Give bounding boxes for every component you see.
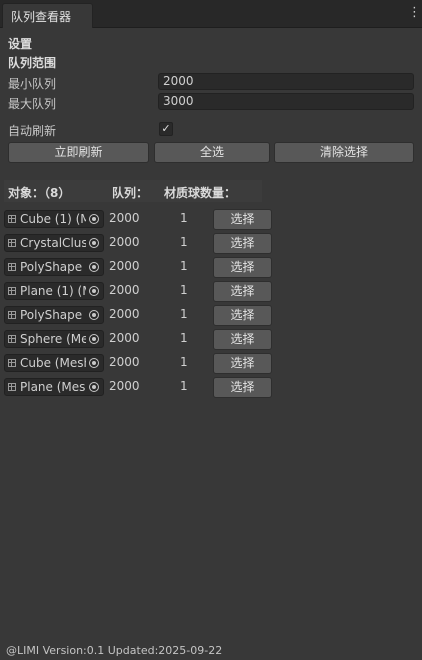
object-picker-icon[interactable]: [86, 260, 102, 274]
row-queue-value: 2000: [109, 259, 140, 273]
row-select-button[interactable]: 选择: [213, 233, 272, 254]
max-queue-label: 最大队列: [8, 97, 57, 111]
table-row: PolyShape (Mesh Renderer) 2000 1 选择: [0, 305, 422, 330]
object-name: PolyShape (Mesh Renderer): [20, 308, 90, 322]
object-name: Plane (Mesh Renderer): [20, 380, 90, 394]
table-row: Cube (Mesh Renderer) 2000 1 选择: [0, 353, 422, 378]
table-header: 对象：（8） 队列： 材质球数量：: [4, 180, 262, 202]
object-column-header: 对象：（8）: [8, 186, 71, 200]
row-queue-value: 2000: [109, 331, 140, 345]
object-name: Cube (Mesh Renderer): [20, 356, 90, 370]
object-picker-icon[interactable]: [86, 284, 102, 298]
row-queue-value: 2000: [109, 379, 140, 393]
table-row: Plane (1) (Mesh Renderer) 2000 1 选择: [0, 281, 422, 306]
mesh-renderer-icon: [8, 263, 16, 271]
row-material-count: 1: [180, 211, 188, 225]
tab-queue-viewer[interactable]: 队列查看器: [2, 3, 93, 28]
object-name: Cube (1) (Mesh Renderer): [20, 212, 90, 226]
mesh-renderer-icon: [8, 359, 16, 367]
object-name: Sphere (Mesh Renderer): [20, 332, 90, 346]
footer-info: @LIMI Version:0.1 Updated:2025-09-22: [6, 644, 223, 657]
object-picker-icon[interactable]: [86, 356, 102, 370]
row-queue-value: 2000: [109, 235, 140, 249]
row-select-button[interactable]: 选择: [213, 329, 272, 350]
object-field[interactable]: Plane (1) (Mesh Renderer): [4, 282, 104, 300]
table-row: Cube (1) (Mesh Renderer) 2000 1 选择: [0, 209, 422, 234]
table-row: Plane (Mesh Renderer) 2000 1 选择: [0, 377, 422, 402]
row-select-button[interactable]: 选择: [213, 209, 272, 230]
object-picker-icon[interactable]: [86, 236, 102, 250]
auto-refresh-checkbox[interactable]: ✓: [159, 122, 173, 136]
row-material-count: 1: [180, 235, 188, 249]
object-field[interactable]: Plane (Mesh Renderer): [4, 378, 104, 396]
min-queue-field[interactable]: 2000: [158, 73, 414, 90]
object-field[interactable]: CrystalCluster (Mesh Renderer): [4, 234, 104, 252]
object-field[interactable]: Cube (Mesh Renderer): [4, 354, 104, 372]
mesh-renderer-icon: [8, 383, 16, 391]
max-queue-field[interactable]: 3000: [158, 93, 414, 110]
queue-column-header: 队列：: [112, 186, 149, 200]
table-row: CrystalCluster (Mesh Renderer) 2000 1 选择: [0, 233, 422, 258]
object-name: Plane (1) (Mesh Renderer): [20, 284, 90, 298]
object-field[interactable]: Sphere (Mesh Renderer): [4, 330, 104, 348]
clear-selection-button[interactable]: 清除选择: [274, 142, 414, 163]
auto-refresh-label: 自动刷新: [8, 124, 57, 138]
checkmark-icon: ✓: [161, 122, 171, 135]
table-row: Sphere (Mesh Renderer) 2000 1 选择: [0, 329, 422, 354]
table-row: PolyShape (Mesh Renderer) 2000 1 选择: [0, 257, 422, 282]
object-name: CrystalCluster (Mesh Renderer): [20, 236, 90, 250]
settings-heading: 设置: [8, 37, 33, 51]
row-queue-value: 2000: [109, 283, 140, 297]
tab-title: 队列查看器: [11, 10, 72, 24]
row-select-button[interactable]: 选择: [213, 305, 272, 326]
min-queue-label: 最小队列: [8, 77, 57, 91]
object-picker-icon[interactable]: [86, 380, 102, 394]
mesh-renderer-icon: [8, 239, 16, 247]
row-queue-value: 2000: [109, 355, 140, 369]
refresh-now-button[interactable]: 立即刷新: [8, 142, 149, 163]
row-material-count: 1: [180, 355, 188, 369]
row-material-count: 1: [180, 379, 188, 393]
kebab-menu-icon[interactable]: ⋮: [408, 6, 421, 20]
object-field[interactable]: PolyShape (Mesh Renderer): [4, 306, 104, 324]
row-queue-value: 2000: [109, 211, 140, 225]
row-queue-value: 2000: [109, 307, 140, 321]
queue-range-heading: 队列范围: [8, 56, 57, 70]
object-picker-icon[interactable]: [86, 212, 102, 226]
object-name: PolyShape (Mesh Renderer): [20, 260, 90, 274]
object-field[interactable]: Cube (1) (Mesh Renderer): [4, 210, 104, 228]
row-select-button[interactable]: 选择: [213, 377, 272, 398]
row-material-count: 1: [180, 259, 188, 273]
row-material-count: 1: [180, 307, 188, 321]
tab-bar: 队列查看器 ⋮: [0, 0, 422, 28]
select-all-button[interactable]: 全选: [154, 142, 270, 163]
material-count-column-header: 材质球数量：: [164, 186, 237, 200]
object-field[interactable]: PolyShape (Mesh Renderer): [4, 258, 104, 276]
mesh-renderer-icon: [8, 215, 16, 223]
row-material-count: 1: [180, 283, 188, 297]
row-select-button[interactable]: 选择: [213, 257, 272, 278]
mesh-renderer-icon: [8, 311, 16, 319]
row-select-button[interactable]: 选择: [213, 281, 272, 302]
object-picker-icon[interactable]: [86, 332, 102, 346]
object-picker-icon[interactable]: [86, 308, 102, 322]
mesh-renderer-icon: [8, 287, 16, 295]
row-material-count: 1: [180, 331, 188, 345]
mesh-renderer-icon: [8, 335, 16, 343]
row-select-button[interactable]: 选择: [213, 353, 272, 374]
